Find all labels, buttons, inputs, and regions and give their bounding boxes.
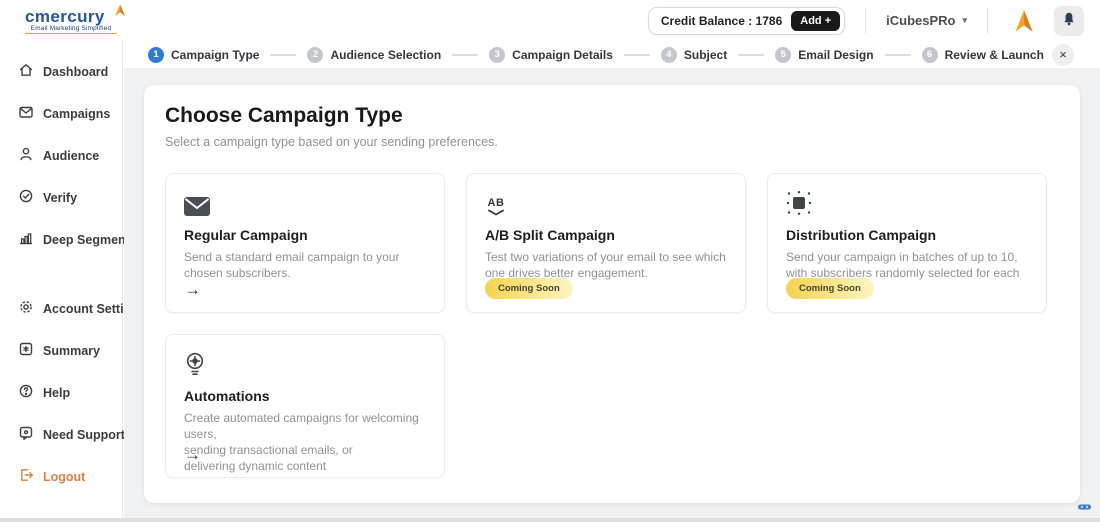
add-credits-button[interactable]: Add + bbox=[791, 11, 840, 31]
step-number: 6 bbox=[922, 47, 938, 63]
sidebar-item-label: Logout bbox=[43, 470, 85, 484]
step-connector bbox=[885, 54, 911, 56]
step-connector bbox=[624, 54, 650, 56]
card-title: Regular Campaign bbox=[184, 227, 426, 243]
step-number: 2 bbox=[307, 47, 323, 63]
sidebar-item-label: Deep Segments bbox=[43, 233, 137, 247]
card-title: A/B Split Campaign bbox=[485, 227, 727, 243]
bar-chart-icon bbox=[18, 230, 34, 249]
logout-icon bbox=[18, 467, 34, 486]
coming-soon-badge: Coming Soon bbox=[485, 278, 573, 299]
step-campaign-type[interactable]: 1 Campaign Type bbox=[148, 47, 259, 63]
chevron-down-icon: ▾ bbox=[962, 15, 967, 26]
step-number: 4 bbox=[661, 47, 677, 63]
bottom-edge-strip bbox=[0, 518, 1100, 522]
step-label: Campaign Type bbox=[171, 48, 259, 62]
sidebar-item-logout[interactable]: Logout bbox=[18, 467, 122, 486]
step-label: Email Design bbox=[798, 48, 873, 62]
sidebar-item-summary[interactable]: Summary bbox=[18, 341, 122, 360]
sidebar-item-account-settings[interactable]: Account Settings bbox=[18, 299, 122, 318]
check-circle-icon bbox=[18, 188, 34, 207]
header-controls: Credit Balance : 1786 Add + iCubesPRo ▾ bbox=[648, 6, 1084, 36]
ab-test-icon: AB bbox=[485, 190, 727, 216]
header-divider bbox=[987, 8, 988, 34]
sidebar-nav: Dashboard Campaigns Audience Verify Deep… bbox=[0, 41, 123, 522]
account-name: iCubesPRo bbox=[886, 13, 955, 28]
sidebar-item-label: Need Support? bbox=[43, 428, 133, 442]
brand-arrow-icon bbox=[112, 3, 127, 23]
step-subject[interactable]: 4 Subject bbox=[661, 47, 727, 63]
campaign-stepper: 1 Campaign Type 2 Audience Selection 3 C… bbox=[124, 41, 1100, 68]
sidebar-item-verify[interactable]: Verify bbox=[18, 188, 122, 207]
person-icon bbox=[18, 146, 34, 165]
step-label: Audience Selection bbox=[330, 48, 441, 62]
close-wizard-button[interactable]: × bbox=[1052, 44, 1074, 66]
step-label: Campaign Details bbox=[512, 48, 613, 62]
sidebar-item-label: Dashboard bbox=[43, 65, 108, 79]
sidebar-item-need-support[interactable]: Need Support? bbox=[18, 425, 122, 444]
brand-logo[interactable]: cmercury Email Marketing Simplified bbox=[25, 8, 125, 34]
card-description: Send a standard email campaign to your c… bbox=[184, 250, 426, 282]
header-divider bbox=[865, 8, 866, 34]
card-title: Automations bbox=[184, 388, 426, 404]
home-icon bbox=[18, 62, 34, 81]
widget-icon[interactable] bbox=[1078, 498, 1091, 516]
account-dropdown[interactable]: iCubesPRo ▾ bbox=[886, 13, 967, 28]
envelope-icon bbox=[18, 104, 34, 123]
sidebar-item-label: Help bbox=[43, 386, 70, 400]
page-subtitle: Select a campaign type based on your sen… bbox=[165, 135, 1059, 149]
chat-bubble-icon bbox=[18, 425, 34, 444]
arrow-right-icon[interactable]: → bbox=[184, 280, 201, 300]
card-distribution-campaign[interactable]: Distribution Campaign Send your campaign… bbox=[767, 173, 1047, 313]
campaign-type-panel: Choose Campaign Type Select a campaign t… bbox=[144, 85, 1080, 503]
top-header: cmercury Email Marketing Simplified Cred… bbox=[0, 0, 1100, 41]
sidebar-item-audience[interactable]: Audience bbox=[18, 146, 122, 165]
step-label: Review & Launch bbox=[945, 48, 1044, 62]
step-connector bbox=[452, 54, 478, 56]
credit-balance-pill: Credit Balance : 1786 Add + bbox=[648, 7, 845, 35]
step-number: 5 bbox=[775, 47, 791, 63]
sidebar-item-dashboard[interactable]: Dashboard bbox=[18, 62, 122, 81]
report-icon bbox=[18, 341, 34, 360]
gear-icon bbox=[18, 299, 34, 318]
bell-icon bbox=[1061, 11, 1077, 30]
sidebar-item-campaigns[interactable]: Campaigns bbox=[18, 104, 122, 123]
sidebar-item-label: Campaigns bbox=[43, 107, 110, 121]
step-label: Subject bbox=[684, 48, 727, 62]
sidebar-item-deep-segments[interactable]: Deep Segments bbox=[18, 230, 122, 249]
sidebar-item-help[interactable]: Help bbox=[18, 383, 122, 402]
automation-icon bbox=[184, 351, 426, 377]
card-ab-split-campaign[interactable]: AB A/B Split Campaign Test two variation… bbox=[466, 173, 746, 313]
step-connector bbox=[738, 54, 764, 56]
send-arrow-icon[interactable] bbox=[1010, 8, 1036, 34]
step-review-launch[interactable]: 6 Review & Launch bbox=[922, 47, 1044, 63]
step-campaign-details[interactable]: 3 Campaign Details bbox=[489, 47, 613, 63]
brand-logo-text: cmercury bbox=[25, 8, 125, 25]
main-content: Choose Campaign Type Select a campaign t… bbox=[124, 68, 1100, 522]
step-connector bbox=[270, 54, 296, 56]
card-regular-campaign[interactable]: Regular Campaign Send a standard email c… bbox=[165, 173, 445, 313]
credit-balance-text: Credit Balance : 1786 bbox=[661, 14, 782, 28]
step-audience-selection[interactable]: 2 Audience Selection bbox=[307, 47, 441, 63]
campaign-type-cards: Regular Campaign Send a standard email c… bbox=[165, 173, 1059, 478]
card-automations[interactable]: Automations Create automated campaigns f… bbox=[165, 334, 445, 478]
question-circle-icon bbox=[18, 383, 34, 402]
envelope-solid-icon bbox=[184, 190, 426, 216]
sidebar-item-label: Audience bbox=[43, 149, 99, 163]
card-title: Distribution Campaign bbox=[786, 227, 1028, 243]
brand-tagline: Email Marketing Simplified bbox=[25, 25, 117, 34]
close-icon: × bbox=[1059, 48, 1067, 61]
card-description: Create automated campaigns for welcoming… bbox=[184, 411, 426, 475]
notifications-button[interactable] bbox=[1054, 6, 1084, 36]
sidebar-item-label: Verify bbox=[43, 191, 77, 205]
step-number: 1 bbox=[148, 47, 164, 63]
distribution-icon bbox=[786, 190, 1028, 216]
arrow-right-icon[interactable]: → bbox=[184, 445, 201, 465]
step-email-design[interactable]: 5 Email Design bbox=[775, 47, 873, 63]
step-number: 3 bbox=[489, 47, 505, 63]
coming-soon-badge: Coming Soon bbox=[786, 278, 874, 299]
page-title: Choose Campaign Type bbox=[165, 104, 1059, 128]
sidebar-item-label: Summary bbox=[43, 344, 100, 358]
